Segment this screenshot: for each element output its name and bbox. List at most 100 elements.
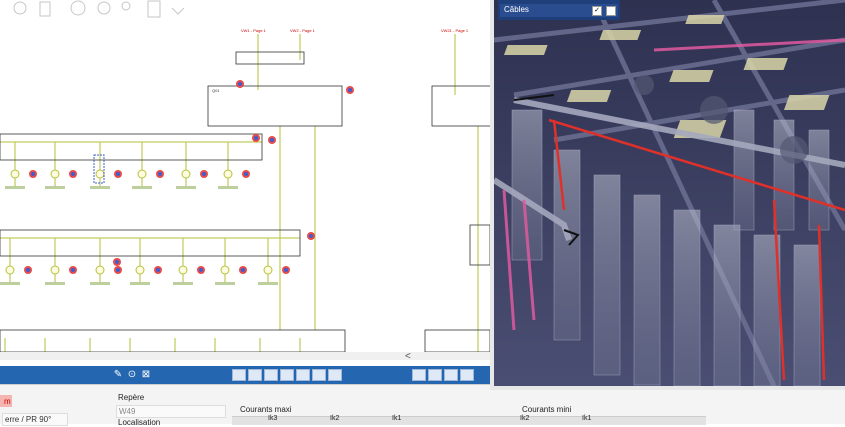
board-status-icon-core bbox=[254, 136, 258, 140]
main-board-box bbox=[207, 85, 343, 127]
source-box bbox=[235, 51, 305, 65]
properties-panel: m erre / PR 90° Repère W49 Localisation … bbox=[0, 384, 845, 427]
drawing-tools-ghost bbox=[13, 0, 185, 18]
horizontal-scrollbar[interactable] bbox=[0, 352, 490, 360]
row2-load-text bbox=[130, 282, 150, 285]
export-3-button[interactable] bbox=[444, 369, 458, 381]
repere-field[interactable]: W49 bbox=[116, 405, 226, 418]
repere-label: Repère bbox=[118, 393, 145, 402]
export-2-button[interactable] bbox=[428, 369, 442, 381]
ik3-maxi-header: Ik3 bbox=[268, 415, 278, 422]
row2-status-icon-core bbox=[241, 268, 245, 272]
layer-panel: Câbles ✓ bbox=[498, 0, 620, 20]
row2-status-icon-core bbox=[284, 268, 288, 272]
row2-load-text bbox=[173, 282, 193, 285]
row2-load-symbol bbox=[50, 265, 60, 275]
row1-status-icon-core bbox=[31, 172, 35, 176]
right-bottom-box bbox=[424, 329, 490, 353]
toolbar-group-tools: ✎ ⊙ ⊠ bbox=[112, 368, 152, 382]
ik2-maxi-header: Ik2 bbox=[330, 415, 340, 422]
layer-visible-checkbox[interactable]: ✓ bbox=[592, 6, 602, 16]
row2-load-text bbox=[90, 282, 110, 285]
export-1-button[interactable] bbox=[412, 369, 426, 381]
3d-viewport[interactable]: Câbles ✓ bbox=[494, 0, 845, 386]
row1-load-symbol bbox=[223, 169, 233, 179]
courants-maxi-label: Courants maxi bbox=[240, 405, 292, 414]
right-side-box bbox=[469, 224, 490, 266]
row2-board-box bbox=[0, 229, 301, 257]
layer-row-cables[interactable]: Câbles ✓ bbox=[500, 4, 618, 17]
right-board-box bbox=[431, 85, 490, 127]
table-view-4-button[interactable] bbox=[280, 369, 294, 381]
row2-load-symbol bbox=[5, 265, 15, 275]
ik-table-header: Ik3 Ik2 Ik1 Ik2 Ik1 bbox=[232, 415, 706, 425]
board-status-icon-core bbox=[270, 138, 274, 142]
row1-load-text bbox=[5, 186, 25, 189]
row1-load-symbol bbox=[95, 169, 105, 179]
source-label-2: VW2 - Page 1 bbox=[290, 28, 315, 33]
selected-feeder-highlight bbox=[93, 154, 105, 184]
row2-status-icon-core bbox=[156, 268, 160, 272]
row1-load-symbol bbox=[10, 169, 20, 179]
row2-load-symbol bbox=[263, 265, 273, 275]
toolbar-group-export bbox=[412, 368, 474, 382]
layer-lock-checkbox[interactable] bbox=[606, 6, 616, 16]
toolbar-group-tables bbox=[232, 368, 342, 382]
row1-load-symbol bbox=[137, 169, 147, 179]
row1-board-box bbox=[0, 133, 263, 161]
schematic-drawing bbox=[0, 34, 490, 353]
table-view-5-button[interactable] bbox=[296, 369, 310, 381]
row2-load-symbol bbox=[178, 265, 188, 275]
row2-load-text bbox=[45, 282, 65, 285]
locate-icon[interactable]: ⊙ bbox=[126, 369, 138, 381]
row2-status-icon-core bbox=[199, 268, 203, 272]
row3-board-box bbox=[0, 329, 346, 353]
pencil-icon[interactable]: ✎ bbox=[112, 369, 124, 381]
row1-load-text bbox=[218, 186, 238, 189]
cable-type-select[interactable]: erre / PR 90° bbox=[2, 413, 68, 426]
row1-load-text bbox=[176, 186, 196, 189]
table-view-2-button[interactable] bbox=[248, 369, 262, 381]
board-status-icon-core bbox=[238, 82, 242, 86]
ik1-maxi-header: Ik1 bbox=[392, 415, 402, 422]
scroll-left-arrow[interactable]: < bbox=[405, 351, 411, 360]
board-status-icon-core bbox=[115, 260, 119, 264]
3d-view-window: Câbles ✓ bbox=[490, 0, 845, 390]
row2-load-text bbox=[215, 282, 235, 285]
row1-status-icon-core bbox=[202, 172, 206, 176]
main-board-label: Q01 bbox=[212, 88, 220, 93]
cross-icon[interactable]: ⊠ bbox=[140, 369, 152, 381]
row2-status-icon-core bbox=[116, 268, 120, 272]
row2-load-text bbox=[0, 282, 20, 285]
layer-label: Câbles bbox=[504, 5, 529, 14]
row1-load-symbol bbox=[181, 169, 191, 179]
row1-load-symbol bbox=[50, 169, 60, 179]
unit-label: m bbox=[4, 397, 11, 406]
right-source-label: VW21 - Page 1 bbox=[441, 28, 469, 33]
ik1-mini-header: Ik1 bbox=[582, 415, 592, 422]
table-view-1-button[interactable] bbox=[232, 369, 246, 381]
courants-mini-label: Courants mini bbox=[522, 405, 572, 414]
ik2-mini-header: Ik2 bbox=[520, 415, 530, 422]
source-label-1: VW1 - Page 1 bbox=[241, 28, 266, 33]
row1-status-icon-core bbox=[116, 172, 120, 176]
table-view-7-button[interactable] bbox=[328, 369, 342, 381]
row1-status-icon-core bbox=[71, 172, 75, 176]
schematic-canvas[interactable]: VW1 - Page 1 VW2 - Page 1 VW21 - Page 1 … bbox=[0, 0, 490, 360]
row1-load-text bbox=[45, 186, 65, 189]
row2-load-text bbox=[258, 282, 278, 285]
row1-status-icon-core bbox=[244, 172, 248, 176]
row1-load-text bbox=[132, 186, 152, 189]
3d-scene bbox=[494, 0, 845, 386]
row2-status-icon-core bbox=[26, 268, 30, 272]
bottom-toolbar: ✎ ⊙ ⊠ bbox=[0, 366, 490, 384]
row2-status-icon-core bbox=[71, 268, 75, 272]
board-status-icon-core bbox=[348, 88, 352, 92]
row2-load-symbol bbox=[135, 265, 145, 275]
board-status-icon-core bbox=[309, 234, 313, 238]
table-view-6-button[interactable] bbox=[312, 369, 326, 381]
export-4-button[interactable] bbox=[460, 369, 474, 381]
row2-load-symbol bbox=[95, 265, 105, 275]
table-view-3-button[interactable] bbox=[264, 369, 278, 381]
row2-load-symbol bbox=[220, 265, 230, 275]
